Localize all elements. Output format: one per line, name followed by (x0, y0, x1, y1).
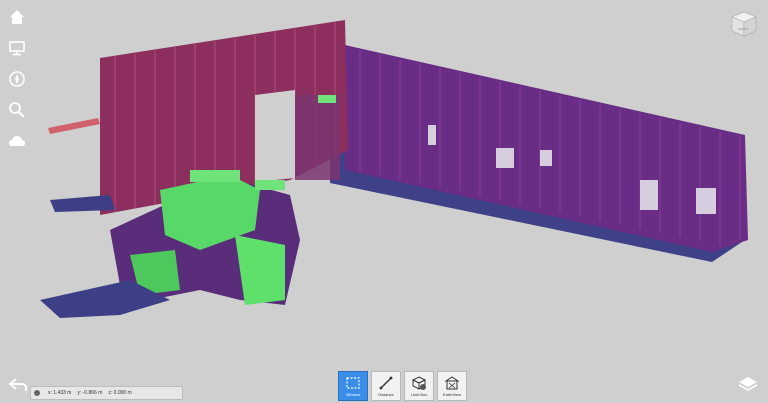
search-button[interactable] (6, 99, 28, 121)
limit-box-icon (411, 376, 427, 390)
back-arrow-icon[interactable] (8, 377, 28, 393)
tool-window-label: Window (345, 392, 361, 397)
red-pipe (48, 118, 100, 134)
point-cloud-viewport[interactable] (0, 0, 768, 403)
compass-button[interactable] (6, 68, 28, 90)
distance-icon (379, 376, 393, 390)
tool-window[interactable]: Window (338, 371, 368, 401)
bottom-toolbar: Window Distance Limit Box EarthView (338, 371, 467, 401)
home-icon (10, 10, 24, 24)
left-toolbar (6, 6, 28, 161)
compass-icon (9, 71, 25, 87)
tool-distance[interactable]: Distance (371, 371, 401, 401)
cloud-icon (9, 136, 25, 146)
earthview-icon (444, 376, 460, 390)
tool-distance-label: Distance (378, 392, 394, 397)
target-icon (34, 390, 40, 396)
home-button[interactable] (6, 6, 28, 28)
monitor-icon (9, 41, 25, 56)
window-select-icon (346, 377, 360, 389)
cloud-button[interactable] (6, 130, 28, 152)
tool-earthview-label: EarthView (442, 392, 462, 397)
monitor-button[interactable] (6, 37, 28, 59)
view-cube-label: FRONT (738, 27, 748, 31)
coord-y: y: -0.866 m (77, 390, 103, 396)
tool-earthview[interactable]: EarthView (437, 371, 467, 401)
search-icon (9, 102, 25, 118)
doorway-opening (255, 90, 295, 182)
tool-limit-box[interactable]: Limit Box (404, 371, 434, 401)
tool-limit-box-label: Limit Box (410, 392, 428, 397)
coordinate-readout: x: 1.433 m y: -0.866 m z: 0.000 m (30, 386, 183, 400)
coord-x: x: 1.433 m (48, 390, 72, 396)
view-cube[interactable]: FRONT (730, 10, 758, 38)
coord-z: z: 0.000 m (108, 390, 132, 396)
layers-icon[interactable] (738, 375, 758, 393)
